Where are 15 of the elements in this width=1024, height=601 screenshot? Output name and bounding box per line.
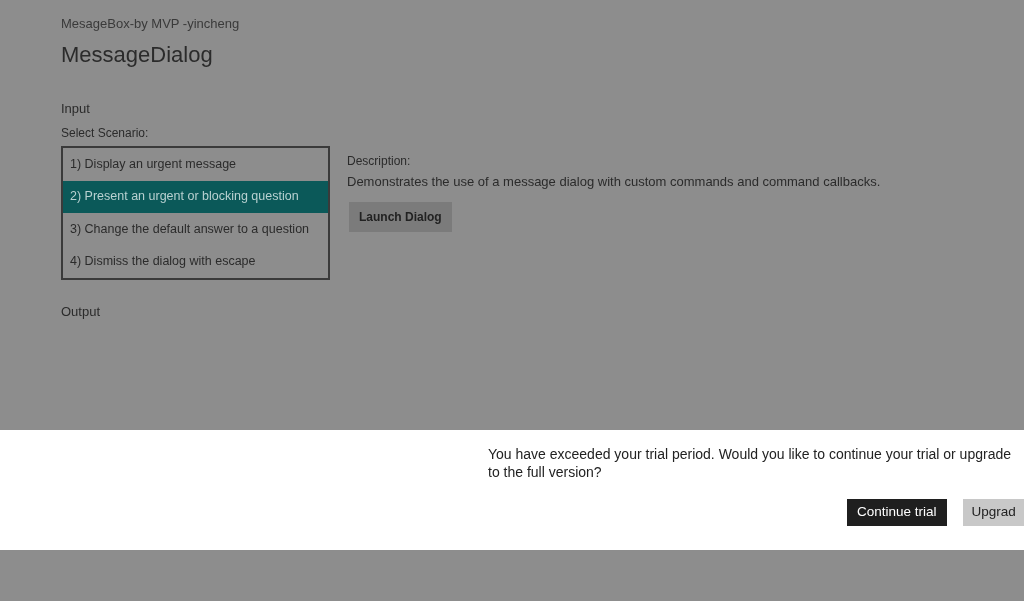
section-heading: Output [61,303,102,321]
dialog-message: You have exceeded your trial period. Would you like to continue your trial or upgrade to the full version? [488,446,1012,481]
launch-dialog-button[interactable]: Launch Dialog [349,201,452,232]
scenario-item[interactable]: 4) Dismiss the dialog with escape [63,245,328,278]
description-text: Demonstrates the use of a message dialog with custom commands and command callbacks. [347,173,881,191]
scenario-item[interactable]: 2) Present an urgent or blocking question [63,180,328,213]
description-label: Description: [347,153,412,170]
upgrade-button[interactable]: Upgrad [962,499,1024,526]
section-heading: Input [61,99,91,118]
list-label: Select Scenario: [61,125,150,142]
scenario-item[interactable]: 1) Display an urgent message [63,148,328,181]
continue-button[interactable]: Continue trial [847,499,947,526]
scenario-item[interactable]: 3) Change the default answer to a question [63,213,328,246]
app-subtitle: MesageBox-by MVP -yincheng [61,15,241,33]
page-title: MessageDialog [61,40,214,69]
